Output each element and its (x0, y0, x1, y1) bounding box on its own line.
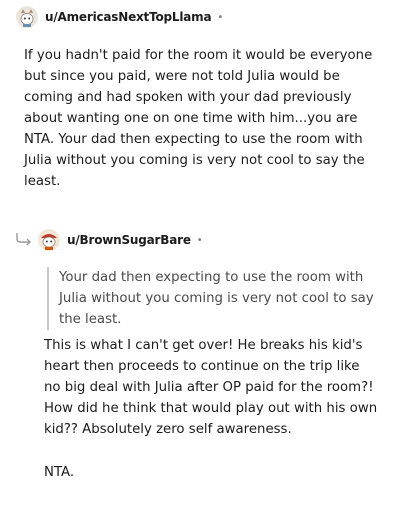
comment-header: u/BrownSugarBare • (38, 229, 203, 251)
username-link[interactable]: u/AmericasNextTopLlama (45, 10, 212, 24)
user-avatar-icon[interactable] (38, 229, 60, 251)
comment-body: If you hadn't paid for the room it would… (24, 48, 373, 189)
comment-body-paragraph: This is what I can't get over! He breaks… (44, 338, 378, 437)
reply-arrow-icon (16, 233, 31, 246)
username-link[interactable]: u/BrownSugarBare (67, 233, 191, 247)
comment-body-paragraph: NTA. (44, 465, 75, 480)
separator-dot: • (217, 11, 224, 23)
blockquote: Your dad then expecting to use the room … (47, 267, 389, 330)
comment-header: u/AmericasNextTopLlama • (16, 6, 223, 28)
separator-dot: • (196, 234, 203, 246)
user-avatar-icon[interactable] (16, 6, 38, 28)
